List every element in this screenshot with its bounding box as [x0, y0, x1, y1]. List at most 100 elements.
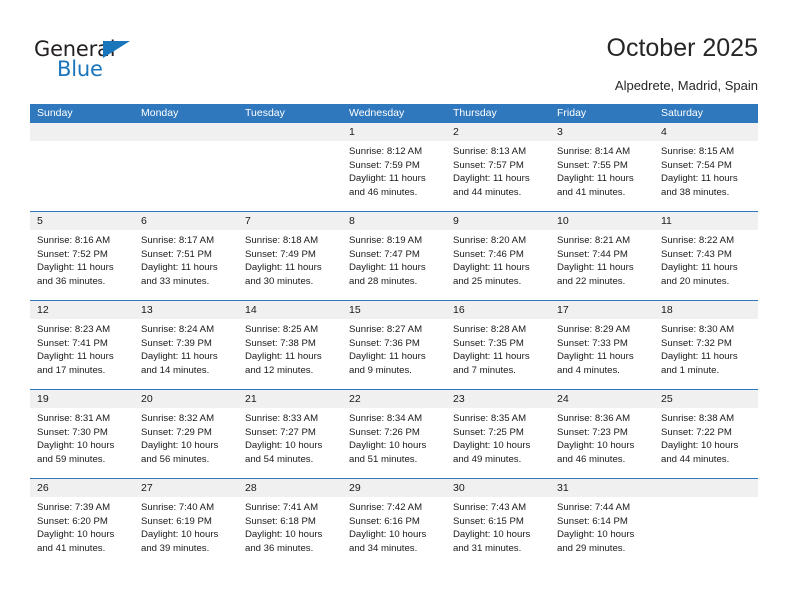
day-cell[interactable]: Sunrise: 8:29 AM Sunset: 7:33 PM Daylight:…	[550, 319, 654, 389]
day-detail-line: Sunset: 7:27 PM	[245, 426, 316, 438]
day-detail-line: Daylight: 11 hours	[453, 173, 530, 185]
day-cell[interactable]: Sunrise: 8:21 AM Sunset: 7:44 PM Daylight:…	[550, 230, 654, 300]
logo-text-blue: Blue	[57, 57, 103, 81]
day-number[interactable]: 30	[446, 479, 550, 497]
day-cell[interactable]: Sunrise: 8:24 AM Sunset: 7:39 PM Daylight:…	[134, 319, 238, 389]
day-detail-line: and 33 minutes.	[141, 275, 210, 287]
day-cell[interactable]: Sunrise: 8:33 AM Sunset: 7:27 PM Daylight:…	[238, 408, 342, 478]
day-cell-empty	[654, 497, 758, 567]
day-detail-line: Daylight: 11 hours	[661, 173, 738, 185]
day-cell[interactable]: Sunrise: 8:25 AM Sunset: 7:38 PM Daylight:…	[238, 319, 342, 389]
day-number[interactable]: 24	[550, 390, 654, 408]
day-number[interactable]: 16	[446, 301, 550, 319]
day-number[interactable]: 27	[134, 479, 238, 497]
page-title: October 2025	[606, 34, 759, 62]
day-cell[interactable]: Sunrise: 7:42 AM Sunset: 6:16 PM Daylight:…	[342, 497, 446, 567]
day-number[interactable]: 25	[654, 390, 758, 408]
day-number[interactable]: 5	[30, 212, 134, 230]
day-number-band: 26 27 28 29 30 31	[30, 479, 758, 497]
day-detail-line: Sunset: 7:44 PM	[557, 248, 628, 260]
location-subtitle: Alpedrete, Madrid, Spain	[614, 78, 758, 93]
day-detail-row: Sunrise: 8:31 AM Sunset: 7:30 PM Daylight:…	[30, 408, 758, 478]
day-detail-line: Sunset: 7:49 PM	[245, 248, 316, 260]
day-detail-line: Daylight: 11 hours	[141, 262, 218, 274]
day-cell[interactable]: Sunrise: 8:31 AM Sunset: 7:30 PM Daylight:…	[30, 408, 134, 478]
day-detail-line: Daylight: 11 hours	[245, 351, 322, 363]
day-number[interactable]: 14	[238, 301, 342, 319]
day-number[interactable]: 22	[342, 390, 446, 408]
day-cell[interactable]: Sunrise: 7:41 AM Sunset: 6:18 PM Daylight:…	[238, 497, 342, 567]
day-detail-line: Sunrise: 8:28 AM	[453, 324, 527, 335]
day-cell[interactable]: Sunrise: 7:40 AM Sunset: 6:19 PM Daylight:…	[134, 497, 238, 567]
day-cell[interactable]: Sunrise: 8:38 AM Sunset: 7:22 PM Daylight:…	[654, 408, 758, 478]
day-number[interactable]: 23	[446, 390, 550, 408]
day-cell[interactable]: Sunrise: 8:19 AM Sunset: 7:47 PM Daylight:…	[342, 230, 446, 300]
day-detail-line: Daylight: 10 hours	[453, 529, 531, 541]
day-cell[interactable]: Sunrise: 8:30 AM Sunset: 7:32 PM Daylight:…	[654, 319, 758, 389]
day-number[interactable]: 19	[30, 390, 134, 408]
day-number[interactable]: 13	[134, 301, 238, 319]
day-cell[interactable]: Sunrise: 8:16 AM Sunset: 7:52 PM Daylight:…	[30, 230, 134, 300]
day-number[interactable]: 9	[446, 212, 550, 230]
calendar-grid: Sunday Monday Tuesday Wednesday Thursday…	[30, 104, 758, 567]
triangle-icon	[103, 41, 130, 58]
day-number[interactable]: 31	[550, 479, 654, 497]
day-detail-line: Sunset: 7:46 PM	[453, 248, 524, 260]
day-number[interactable]: 18	[654, 301, 758, 319]
day-detail-line: Sunset: 7:32 PM	[661, 337, 732, 349]
day-cell[interactable]: Sunrise: 8:14 AM Sunset: 7:55 PM Daylight:…	[550, 141, 654, 211]
day-number-band: 19 20 21 22 23 24 25	[30, 390, 758, 408]
day-cell[interactable]: Sunrise: 8:36 AM Sunset: 7:23 PM Daylight:…	[550, 408, 654, 478]
day-detail-line: and 36 minutes.	[245, 542, 314, 554]
day-number[interactable]: 12	[30, 301, 134, 319]
day-number[interactable]: 10	[550, 212, 654, 230]
day-number[interactable]: 11	[654, 212, 758, 230]
day-cell[interactable]: Sunrise: 8:34 AM Sunset: 7:26 PM Daylight:…	[342, 408, 446, 478]
day-detail-line: Daylight: 10 hours	[141, 440, 219, 452]
weekday-header-saturday: Saturday	[661, 107, 704, 119]
day-number[interactable]: 21	[238, 390, 342, 408]
day-detail-line: Daylight: 11 hours	[453, 351, 530, 363]
day-detail-line: Sunset: 6:18 PM	[245, 515, 316, 527]
day-cell[interactable]: Sunrise: 7:39 AM Sunset: 6:20 PM Daylight:…	[30, 497, 134, 567]
day-cell[interactable]: Sunrise: 7:43 AM Sunset: 6:15 PM Daylight:…	[446, 497, 550, 567]
weekday-header-wednesday: Wednesday	[349, 107, 405, 119]
day-number[interactable]: 3	[550, 123, 654, 141]
day-number[interactable]: 17	[550, 301, 654, 319]
day-detail-line: Sunrise: 8:12 AM	[349, 146, 423, 157]
day-number[interactable]: 26	[30, 479, 134, 497]
day-number[interactable]: 4	[654, 123, 758, 141]
day-cell[interactable]: Sunrise: 8:32 AM Sunset: 7:29 PM Daylight:…	[134, 408, 238, 478]
day-number[interactable]: 2	[446, 123, 550, 141]
day-detail-row: Sunrise: 8:23 AM Sunset: 7:41 PM Daylight:…	[30, 319, 758, 389]
general-blue-logo[interactable]: General Blue	[34, 37, 154, 83]
day-cell[interactable]: Sunrise: 8:23 AM Sunset: 7:41 PM Daylight:…	[30, 319, 134, 389]
day-number[interactable]: 8	[342, 212, 446, 230]
day-cell[interactable]: Sunrise: 8:28 AM Sunset: 7:35 PM Daylight:…	[446, 319, 550, 389]
day-number[interactable]: 6	[134, 212, 238, 230]
day-detail-line: Daylight: 11 hours	[37, 351, 114, 363]
day-cell[interactable]: Sunrise: 8:27 AM Sunset: 7:36 PM Daylight:…	[342, 319, 446, 389]
day-cell[interactable]: Sunrise: 8:20 AM Sunset: 7:46 PM Daylight:…	[446, 230, 550, 300]
day-cell[interactable]: Sunrise: 8:35 AM Sunset: 7:25 PM Daylight:…	[446, 408, 550, 478]
day-cell[interactable]: Sunrise: 8:15 AM Sunset: 7:54 PM Daylight:…	[654, 141, 758, 211]
day-cell[interactable]: Sunrise: 8:13 AM Sunset: 7:57 PM Daylight:…	[446, 141, 550, 211]
day-detail-line: Sunset: 6:16 PM	[349, 515, 420, 527]
day-cell[interactable]: Sunrise: 8:12 AM Sunset: 7:59 PM Daylight:…	[342, 141, 446, 211]
day-number[interactable]: 20	[134, 390, 238, 408]
day-detail-line: Daylight: 11 hours	[349, 351, 426, 363]
day-cell[interactable]: Sunrise: 8:22 AM Sunset: 7:43 PM Daylight:…	[654, 230, 758, 300]
day-detail-line: Sunrise: 8:14 AM	[557, 146, 631, 157]
day-detail-line: Sunset: 7:47 PM	[349, 248, 420, 260]
day-detail-line: Daylight: 10 hours	[557, 529, 635, 541]
day-cell[interactable]: Sunrise: 8:17 AM Sunset: 7:51 PM Daylight:…	[134, 230, 238, 300]
day-cell[interactable]: Sunrise: 8:18 AM Sunset: 7:49 PM Daylight:…	[238, 230, 342, 300]
day-cell[interactable]: Sunrise: 7:44 AM Sunset: 6:14 PM Daylight:…	[550, 497, 654, 567]
day-detail-line: Sunset: 7:23 PM	[557, 426, 628, 438]
day-detail-line: Sunset: 7:54 PM	[661, 159, 732, 171]
day-number[interactable]: 29	[342, 479, 446, 497]
day-number[interactable]: 28	[238, 479, 342, 497]
day-number[interactable]: 15	[342, 301, 446, 319]
day-number[interactable]: 1	[342, 123, 446, 141]
day-number[interactable]: 7	[238, 212, 342, 230]
